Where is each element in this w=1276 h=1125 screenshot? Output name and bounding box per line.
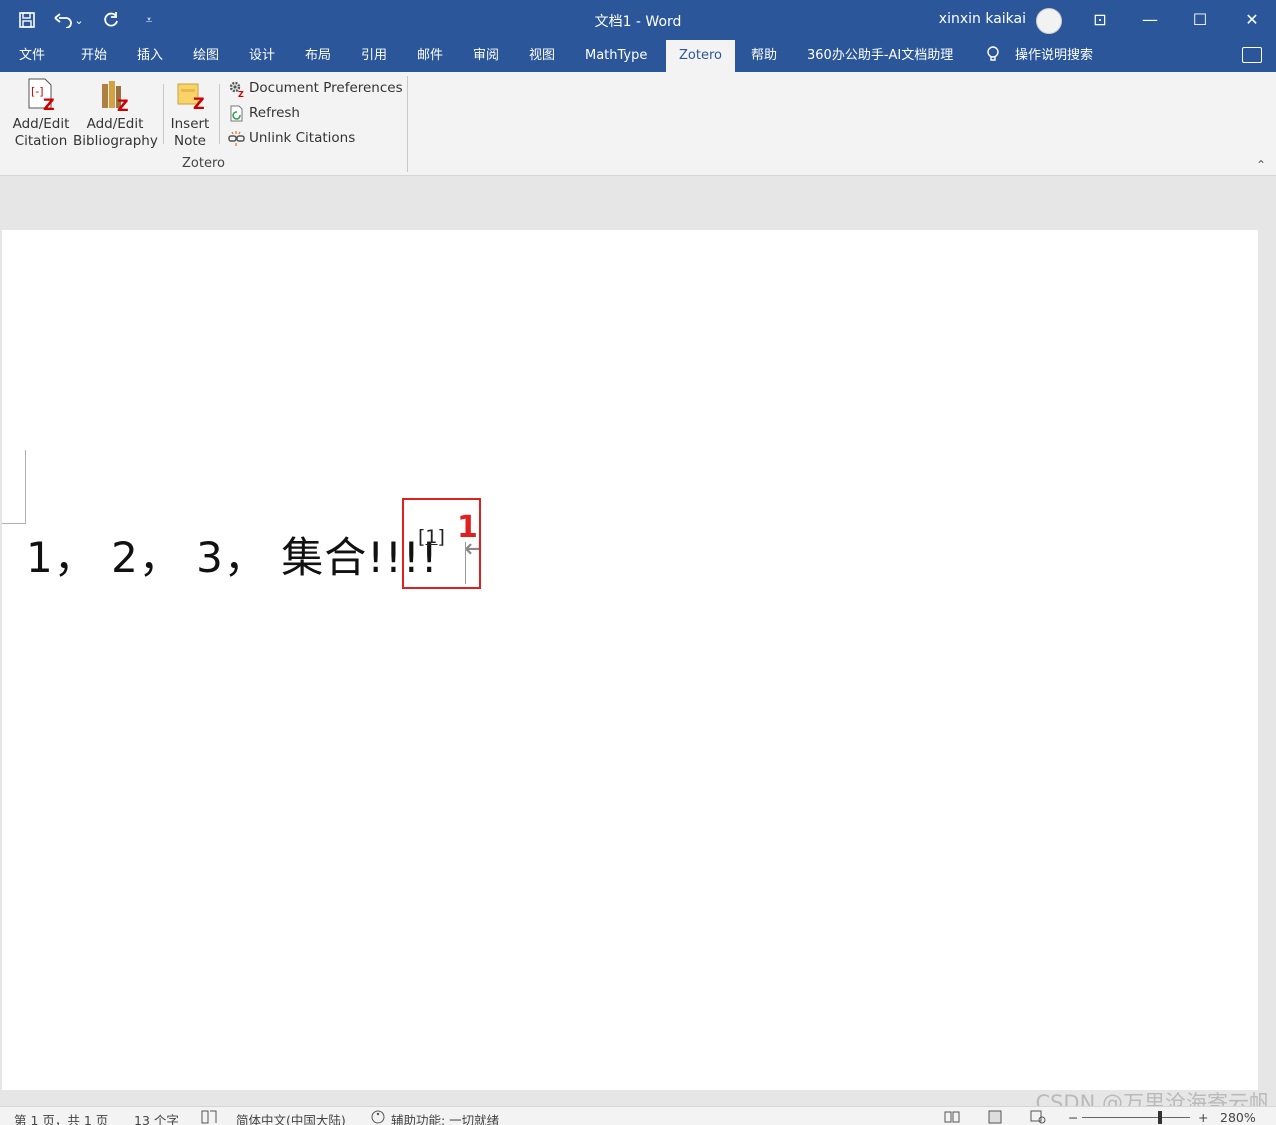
web-layout-icon[interactable]: [1030, 1110, 1046, 1125]
gear-icon: Z: [228, 80, 245, 99]
svg-text:Z: Z: [238, 90, 244, 97]
user-name[interactable]: xinxin kaikai: [939, 11, 1026, 27]
tell-me-search[interactable]: 操作说明搜索: [1015, 40, 1093, 72]
quick-access-toolbar: ⌄ ⩡: [14, 6, 162, 34]
refresh-button[interactable]: Refresh: [228, 102, 300, 124]
tab-mathtype[interactable]: MathType: [585, 40, 647, 72]
tab-design[interactable]: 设计: [249, 40, 275, 72]
add-edit-citation-button[interactable]: [-] Z Add/Edit Citation: [10, 78, 72, 150]
language-status[interactable]: 简体中文(中国大陆): [236, 1110, 346, 1125]
citation-icon: [-] Z: [25, 78, 57, 114]
minimize-button[interactable]: —: [1126, 0, 1174, 38]
proofing-icon[interactable]: [201, 1110, 217, 1125]
ribbon-group-separator: [407, 76, 408, 172]
zoom-in-button[interactable]: +: [1198, 1110, 1208, 1125]
tab-zotero[interactable]: Zotero: [666, 40, 735, 72]
tab-view[interactable]: 视图: [529, 40, 555, 72]
tab-insert[interactable]: 插入: [137, 40, 163, 72]
zoom-level[interactable]: 280%: [1220, 1110, 1256, 1125]
zoom-out-button[interactable]: −: [1068, 1110, 1078, 1125]
svg-text:[-]: [-]: [31, 85, 44, 98]
page-count[interactable]: 第 1 页，共 1 页: [14, 1110, 108, 1125]
tab-help[interactable]: 帮助: [751, 40, 777, 72]
close-button[interactable]: ✕: [1228, 0, 1276, 38]
collapse-ribbon-icon[interactable]: ⌃: [1256, 158, 1266, 172]
add-edit-bibliography-label-2: Bibliography: [73, 133, 158, 149]
add-edit-citation-label-1: Add/Edit: [12, 116, 70, 132]
maximize-button[interactable]: ☐: [1176, 0, 1224, 38]
tab-file[interactable]: 文件: [19, 40, 45, 72]
body-text[interactable]: 1， 2， 3， 集合!!!!: [26, 528, 439, 588]
tab-references[interactable]: 引用: [361, 40, 387, 72]
ribbon-tabs: 文件 开始 插入 绘图 设计 布局 引用 邮件 审阅 视图 MathType Z…: [0, 40, 1276, 72]
word-count[interactable]: 13 个字: [134, 1110, 179, 1125]
ribbon-display-options-icon[interactable]: ⊡: [1076, 0, 1124, 38]
avatar[interactable]: [1036, 8, 1062, 34]
add-edit-bibliography-button[interactable]: Z Add/Edit Bibliography: [73, 78, 158, 150]
undo-dropdown-icon[interactable]: ⌄: [74, 7, 83, 33]
svg-text:Z: Z: [43, 95, 55, 112]
unlink-citations-label: Unlink Citations: [249, 130, 356, 146]
customize-qat-icon[interactable]: ⩡: [136, 7, 162, 33]
ribbon-separator: [219, 84, 220, 144]
svg-text:Z: Z: [117, 96, 129, 112]
margin-mark: [2, 523, 26, 524]
add-edit-citation-label-2: Citation: [14, 133, 68, 149]
insert-note-label-1: Insert: [170, 116, 210, 132]
tab-review[interactable]: 审阅: [473, 40, 499, 72]
read-mode-icon[interactable]: [944, 1110, 960, 1125]
unlink-icon: [228, 130, 245, 147]
insert-note-label-2: Note: [174, 133, 206, 149]
tab-mailings[interactable]: 邮件: [417, 40, 443, 72]
ribbon-zotero-panel: [-] Z Add/Edit Citation Z Add/Edit Biblio…: [0, 72, 1276, 176]
unlink-citations-button[interactable]: Unlink Citations: [228, 127, 355, 149]
bibliography-icon: Z: [99, 78, 131, 115]
comments-icon[interactable]: [1242, 47, 1262, 63]
margin-mark: [25, 450, 26, 523]
tab-home[interactable]: 开始: [81, 40, 107, 72]
document-page[interactable]: 1， 2， 3， 集合!!!! [1] ↵ 1: [2, 230, 1258, 1090]
status-bar: 第 1 页，共 1 页 13 个字 简体中文(中国大陆) 辅助功能: 一切就绪 …: [0, 1106, 1276, 1125]
insert-note-button[interactable]: Z Insert Note: [168, 78, 212, 150]
note-icon: Z: [174, 78, 206, 113]
refresh-icon: [228, 105, 245, 122]
save-icon[interactable]: [14, 7, 40, 33]
undo-icon[interactable]: ⌄: [52, 7, 86, 33]
ribbon-separator: [163, 84, 164, 144]
document-preferences-button[interactable]: Z Document Preferences: [228, 77, 403, 99]
add-edit-bibliography-label-1: Add/Edit: [86, 116, 144, 132]
ribbon-group-label: Zotero: [182, 156, 225, 171]
lightbulb-icon: [986, 46, 1000, 68]
zoom-slider[interactable]: [1082, 1117, 1190, 1118]
tab-draw[interactable]: 绘图: [193, 40, 219, 72]
print-layout-icon[interactable]: [987, 1110, 1003, 1125]
document-preferences-label: Document Preferences: [249, 80, 403, 96]
tab-360-assistant[interactable]: 360办公助手-AI文档助理: [807, 40, 953, 72]
document-area: 1， 2， 3， 集合!!!! [1] ↵ 1: [0, 177, 1276, 1090]
title-bar: ⌄ ⩡ 文档1 - Word xinxin kaikai ⊡ — ☐ ✕: [0, 0, 1276, 40]
zoom-slider-thumb[interactable]: [1158, 1111, 1162, 1124]
redo-icon[interactable]: [98, 7, 124, 33]
annotation-label: 1: [457, 510, 478, 545]
svg-text:Z: Z: [193, 94, 205, 112]
accessibility-status[interactable]: 辅助功能: 一切就绪: [391, 1110, 499, 1125]
tab-layout[interactable]: 布局: [305, 40, 331, 72]
refresh-label: Refresh: [249, 105, 300, 121]
accessibility-icon: [370, 1110, 386, 1125]
